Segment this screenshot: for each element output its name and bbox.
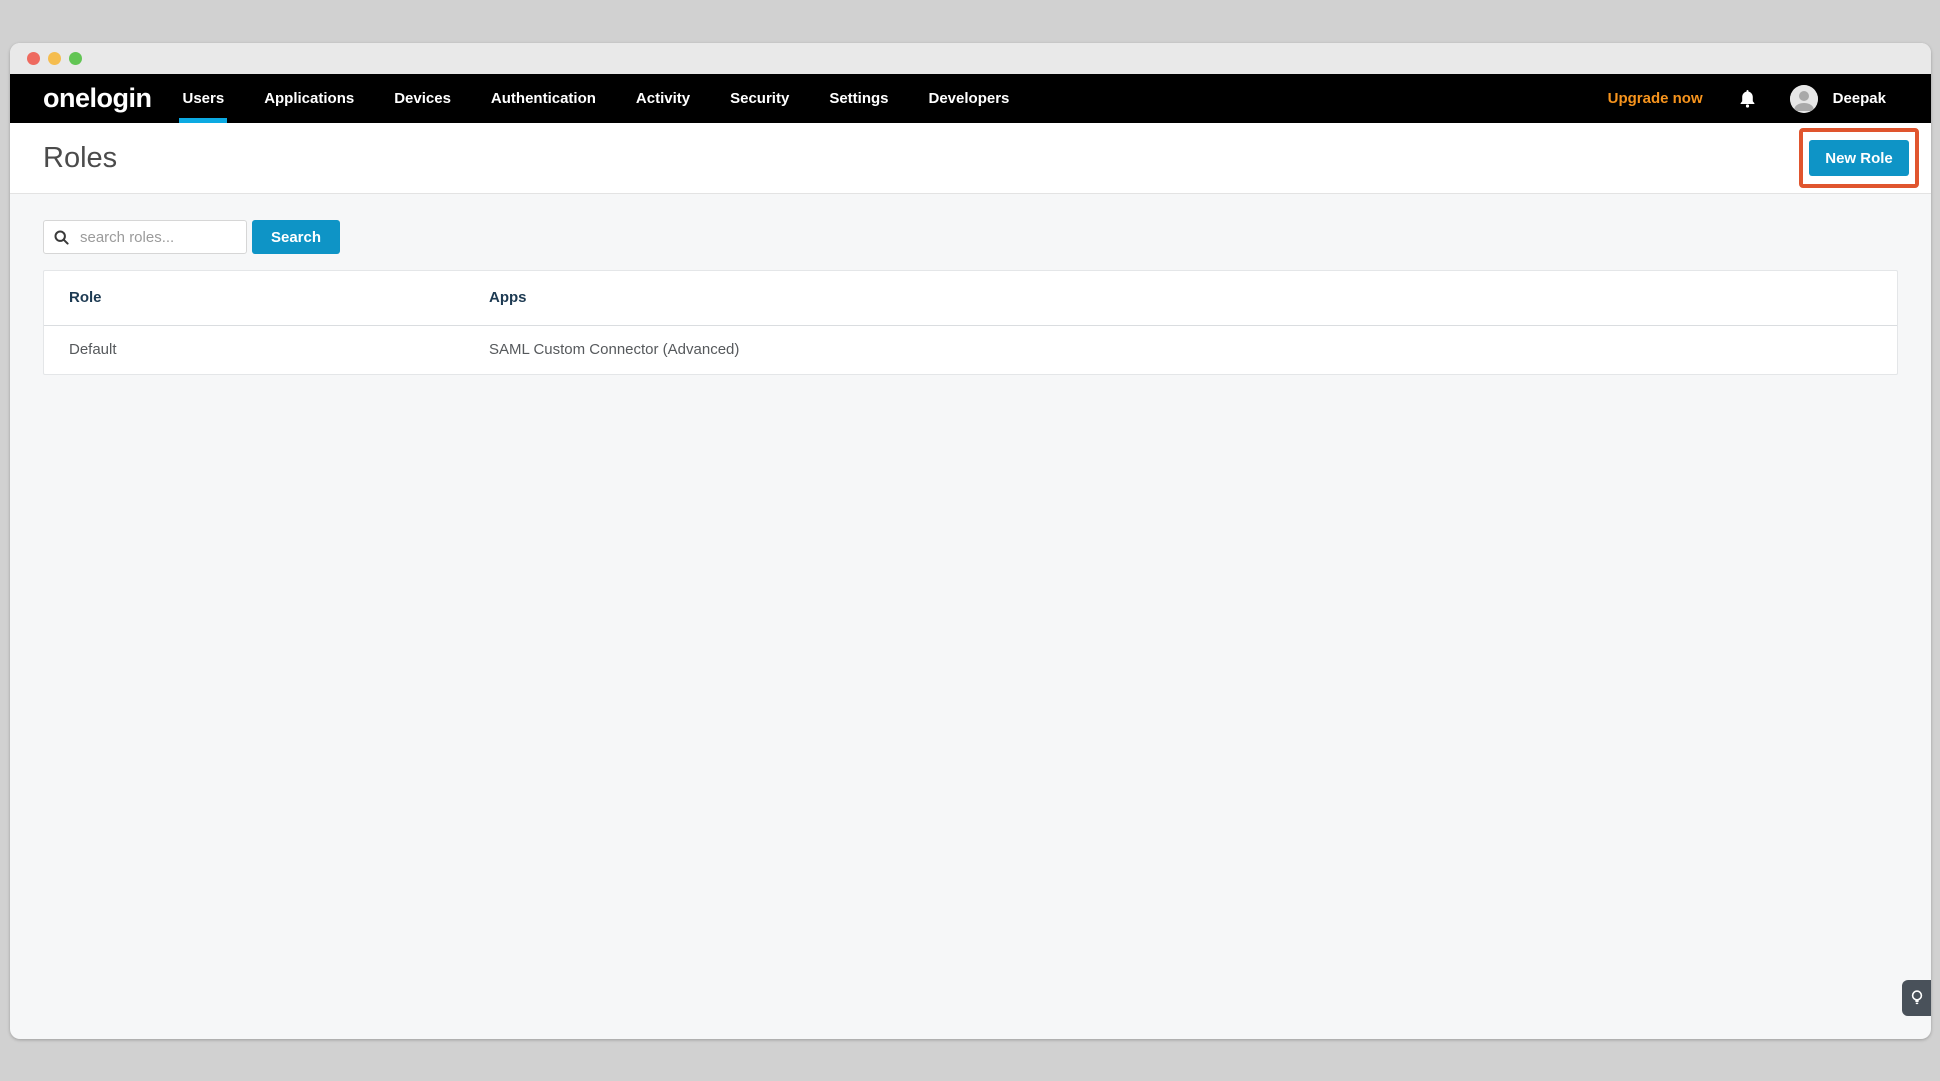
notifications-bell-icon[interactable]: [1739, 89, 1756, 108]
lightbulb-icon: [1910, 989, 1924, 1007]
nav-item-applications[interactable]: Applications: [244, 74, 374, 123]
new-role-button[interactable]: New Role: [1809, 140, 1909, 176]
browser-window: onelogin Users Applications Devices Auth…: [10, 43, 1931, 1039]
window-titlebar: [10, 43, 1931, 74]
highlight-annotation-box: New Role: [1799, 128, 1919, 188]
zoom-window-button[interactable]: [69, 52, 82, 65]
role-name-cell[interactable]: Default: [44, 325, 464, 374]
minimize-window-button[interactable]: [48, 52, 61, 65]
help-lightbulb-button[interactable]: [1902, 980, 1931, 1016]
roles-table: Role Apps Default SAML Custom Connector …: [44, 271, 1897, 374]
top-navbar: onelogin Users Applications Devices Auth…: [10, 74, 1931, 123]
page-header: Roles New Role: [10, 123, 1931, 194]
user-name[interactable]: Deepak: [1833, 90, 1886, 107]
main-content: Search Role Apps Default SAML Custom Con…: [10, 194, 1931, 375]
navbar-right-group: Upgrade now Deepak: [1608, 85, 1886, 113]
search-input[interactable]: [78, 228, 236, 247]
onelogin-logo: onelogin: [43, 85, 151, 112]
search-row: Search: [43, 220, 1898, 254]
search-input-wrapper: [43, 220, 247, 254]
column-header-apps: Apps: [464, 271, 1897, 325]
nav-item-developers[interactable]: Developers: [909, 74, 1030, 123]
search-button[interactable]: Search: [252, 220, 340, 254]
table-row[interactable]: Default SAML Custom Connector (Advanced): [44, 325, 1897, 374]
column-header-role: Role: [44, 271, 464, 325]
role-apps-cell: SAML Custom Connector (Advanced): [464, 325, 1897, 374]
nav-item-settings[interactable]: Settings: [809, 74, 908, 123]
user-avatar[interactable]: [1790, 85, 1818, 113]
page-title: Roles: [43, 142, 117, 175]
nav-item-authentication[interactable]: Authentication: [471, 74, 616, 123]
nav-item-security[interactable]: Security: [710, 74, 809, 123]
primary-nav: Users Applications Devices Authenticatio…: [162, 74, 1029, 123]
nav-item-devices[interactable]: Devices: [374, 74, 471, 123]
table-header-row: Role Apps: [44, 271, 1897, 325]
nav-item-activity[interactable]: Activity: [616, 74, 710, 123]
search-icon: [54, 230, 69, 245]
roles-table-card: Role Apps Default SAML Custom Connector …: [43, 270, 1898, 375]
upgrade-now-link[interactable]: Upgrade now: [1608, 90, 1703, 107]
nav-item-users[interactable]: Users: [162, 74, 244, 123]
close-window-button[interactable]: [27, 52, 40, 65]
